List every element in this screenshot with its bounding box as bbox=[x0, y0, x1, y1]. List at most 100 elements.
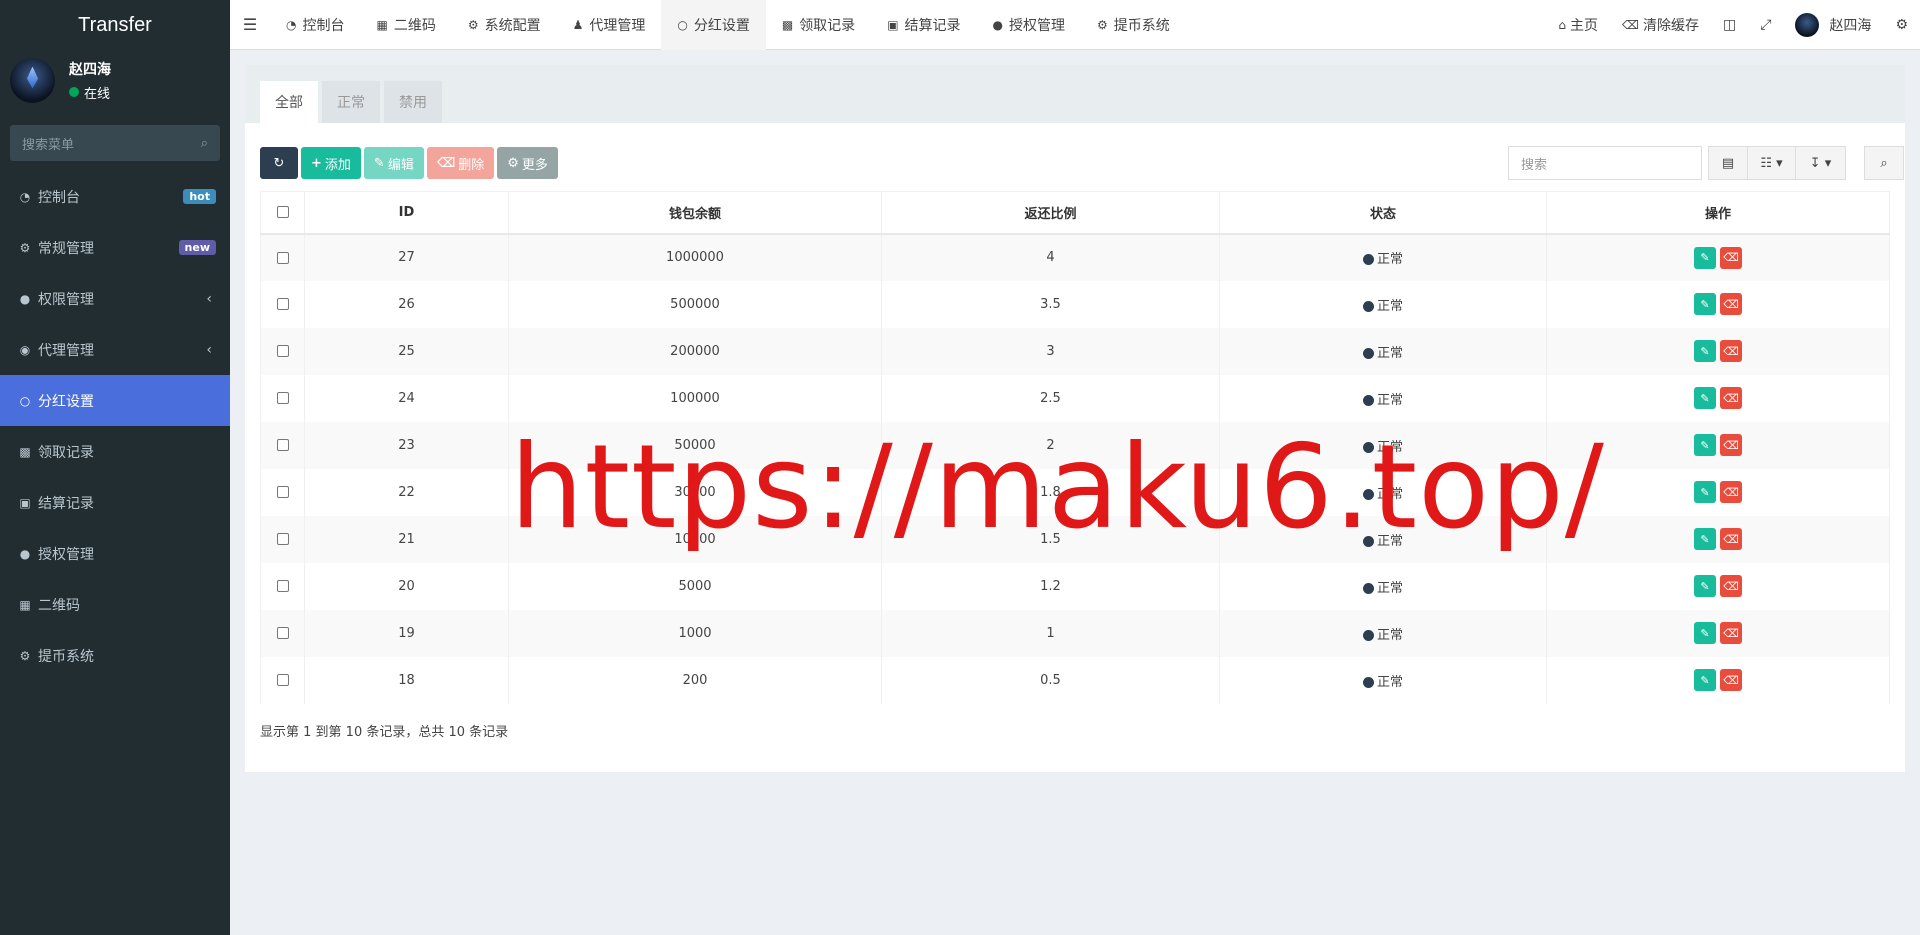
topnav-agents[interactable]: ♟ 代理管理 bbox=[557, 0, 662, 50]
add-button[interactable]: + 添加 bbox=[301, 147, 361, 179]
gear-icon: ⚙ bbox=[467, 17, 479, 32]
row-edit-button[interactable]: ✎ bbox=[1694, 434, 1716, 456]
cell-id: 20 bbox=[304, 562, 509, 610]
row-edit-button[interactable]: ✎ bbox=[1694, 575, 1716, 597]
row-checkbox[interactable] bbox=[276, 580, 289, 592]
sidebar-item-withdraw-system[interactable]: ⚙ 提币系统 bbox=[0, 630, 230, 681]
table-row[interactable]: 18 200 0.5 正常 ✎ ⌫ bbox=[260, 656, 1890, 704]
cell-actions: ✎ ⌫ bbox=[1546, 327, 1890, 375]
col-status[interactable]: 状态 bbox=[1219, 191, 1547, 235]
row-checkbox[interactable] bbox=[276, 486, 289, 498]
row-select-cell bbox=[260, 374, 305, 422]
cell-balance: 1000 bbox=[508, 609, 882, 657]
row-checkbox[interactable] bbox=[276, 392, 289, 404]
tab-normal[interactable]: 正常 bbox=[322, 81, 380, 123]
col-ratio[interactable]: 返还比例 bbox=[881, 191, 1220, 235]
sidebar-item-dashboard[interactable]: ◔ 控制台 hot bbox=[0, 171, 230, 222]
row-edit-button[interactable]: ✎ bbox=[1694, 246, 1716, 269]
row-edit-button[interactable]: ✎ bbox=[1694, 387, 1716, 409]
topnav-qrcode[interactable]: ▦ 二维码 bbox=[360, 0, 451, 50]
row-delete-button[interactable]: ⌫ bbox=[1720, 528, 1742, 550]
sidebar-item-qrcode[interactable]: ▦ 二维码 bbox=[0, 579, 230, 630]
brand-logo[interactable]: Transfer bbox=[0, 0, 230, 50]
row-delete-button[interactable]: ⌫ bbox=[1720, 575, 1742, 597]
table-row[interactable]: 27 1000000 4 正常 ✎ ⌫ bbox=[260, 233, 1890, 281]
delete-button[interactable]: ⌫ 删除 bbox=[426, 147, 495, 179]
sidebar-item-settlement-records[interactable]: ▣ 结算记录 bbox=[0, 477, 230, 528]
language-toggle-icon[interactable]: ◫ bbox=[1711, 17, 1748, 33]
row-delete-button[interactable]: ⌫ bbox=[1720, 481, 1742, 503]
sidebar-search-input[interactable]: 搜索菜单 ⌕ bbox=[10, 125, 220, 161]
edit-button[interactable]: ✎ 编辑 bbox=[363, 147, 424, 179]
advanced-search-button[interactable]: ⌕ bbox=[1864, 146, 1904, 180]
topnav-dashboard[interactable]: ◔ 控制台 bbox=[270, 0, 360, 50]
col-balance[interactable]: 钱包余额 bbox=[508, 191, 882, 235]
row-edit-button[interactable]: ✎ bbox=[1694, 481, 1716, 503]
circle-icon: ○ bbox=[677, 17, 688, 32]
user-menu[interactable]: 赵四海 bbox=[1783, 12, 1883, 37]
row-checkbox[interactable] bbox=[276, 439, 289, 451]
home-link[interactable]: ⌂ 主页 bbox=[1546, 15, 1610, 35]
sidebar-item-authorization[interactable]: ● 授权管理 bbox=[0, 528, 230, 579]
tab-all[interactable]: 全部 bbox=[260, 81, 318, 123]
table-row[interactable]: 26 500000 3.5 正常 ✎ ⌫ bbox=[260, 280, 1890, 328]
row-checkbox[interactable] bbox=[276, 251, 289, 264]
row-checkbox[interactable] bbox=[276, 345, 289, 357]
topnav-authorization[interactable]: ● 授权管理 bbox=[977, 0, 1081, 50]
settings-icon[interactable]: ⚙ bbox=[1883, 17, 1920, 33]
status-dot-icon bbox=[1362, 300, 1374, 312]
topnav-label: 领取记录 bbox=[799, 17, 856, 34]
row-edit-button[interactable]: ✎ bbox=[1694, 528, 1716, 550]
row-delete-button[interactable]: ⌫ bbox=[1720, 293, 1742, 315]
row-delete-button[interactable]: ⌫ bbox=[1720, 669, 1742, 691]
cell-balance: 200000 bbox=[508, 327, 882, 375]
sidebar-item-dividend-settings[interactable]: ○ 分红设置 bbox=[0, 375, 230, 426]
sidebar: Transfer 赵四海 在线 搜索菜单 ⌕ ◔ 控制台 hot ⚙ 常规管理 … bbox=[0, 0, 230, 935]
row-checkbox[interactable] bbox=[276, 533, 289, 545]
table-row[interactable]: 24 100000 2.5 正常 ✎ ⌫ bbox=[260, 374, 1890, 422]
row-edit-button[interactable]: ✎ bbox=[1694, 293, 1716, 315]
sidebar-item-agents[interactable]: ◉ 代理管理 ‹ bbox=[0, 324, 230, 375]
cogs-icon: ⚙ bbox=[19, 240, 31, 255]
row-edit-button[interactable]: ✎ bbox=[1694, 669, 1716, 691]
row-checkbox[interactable] bbox=[276, 627, 289, 639]
row-checkbox[interactable] bbox=[276, 674, 289, 686]
row-edit-button[interactable]: ✎ bbox=[1694, 340, 1716, 362]
menu-toggle-icon[interactable]: ☰ bbox=[230, 15, 270, 34]
topnav-settlement-records[interactable]: ▣ 结算记录 bbox=[871, 0, 976, 50]
pagination-info: 显示第 1 到第 10 条记录，总共 10 条记录 bbox=[260, 725, 509, 740]
row-select-cell bbox=[260, 468, 305, 516]
topnav-claim-records[interactable]: ▩ 领取记录 bbox=[766, 0, 871, 50]
columns-button[interactable]: ☷ ▾ bbox=[1748, 146, 1796, 180]
fullscreen-icon[interactable]: ⤢ bbox=[1748, 17, 1783, 33]
row-delete-button[interactable]: ⌫ bbox=[1720, 622, 1742, 644]
refresh-button[interactable]: ↻ bbox=[260, 147, 298, 179]
table-search-input[interactable]: 搜索 bbox=[1508, 146, 1702, 180]
topnav-withdraw-system[interactable]: ⚙ 提币系统 bbox=[1081, 0, 1186, 50]
row-checkbox[interactable] bbox=[276, 298, 289, 310]
status-label: 正常 bbox=[1376, 252, 1403, 267]
select-all-checkbox[interactable] bbox=[276, 206, 289, 219]
table-row[interactable]: 19 1000 1 正常 ✎ ⌫ bbox=[260, 609, 1890, 657]
export-button[interactable]: ↧ ▾ bbox=[1796, 146, 1846, 180]
sidebar-item-general[interactable]: ⚙ 常规管理 new bbox=[0, 222, 230, 273]
sidebar-item-permissions[interactable]: ● 权限管理 ‹ bbox=[0, 273, 230, 324]
row-delete-button[interactable]: ⌫ bbox=[1720, 387, 1742, 409]
clear-cache-button[interactable]: ⌫ 清除缓存 bbox=[1610, 15, 1711, 35]
sidebar-item-claim-records[interactable]: ▩ 领取记录 bbox=[0, 426, 230, 477]
toggle-view-button[interactable]: ▤ bbox=[1708, 146, 1748, 180]
row-delete-button[interactable]: ⌫ bbox=[1720, 340, 1742, 362]
col-id[interactable]: ID bbox=[304, 191, 509, 235]
table-row[interactable]: 25 200000 3 正常 ✎ ⌫ bbox=[260, 327, 1890, 375]
row-delete-button[interactable]: ⌫ bbox=[1720, 434, 1742, 456]
topnav-dividend-settings[interactable]: ○ 分红设置 bbox=[661, 0, 766, 50]
cell-id: 25 bbox=[304, 327, 509, 375]
table-row[interactable]: 20 5000 1.2 正常 ✎ ⌫ bbox=[260, 562, 1890, 610]
more-button[interactable]: ⚙ 更多 bbox=[497, 147, 558, 179]
tab-disabled[interactable]: 禁用 bbox=[384, 81, 442, 123]
row-edit-button[interactable]: ✎ bbox=[1694, 622, 1716, 644]
row-delete-button[interactable]: ⌫ bbox=[1720, 246, 1742, 269]
cell-ratio: 2.5 bbox=[881, 374, 1220, 422]
qrcode-icon: ▦ bbox=[19, 597, 31, 612]
topnav-system-config[interactable]: ⚙ 系统配置 bbox=[452, 0, 557, 50]
